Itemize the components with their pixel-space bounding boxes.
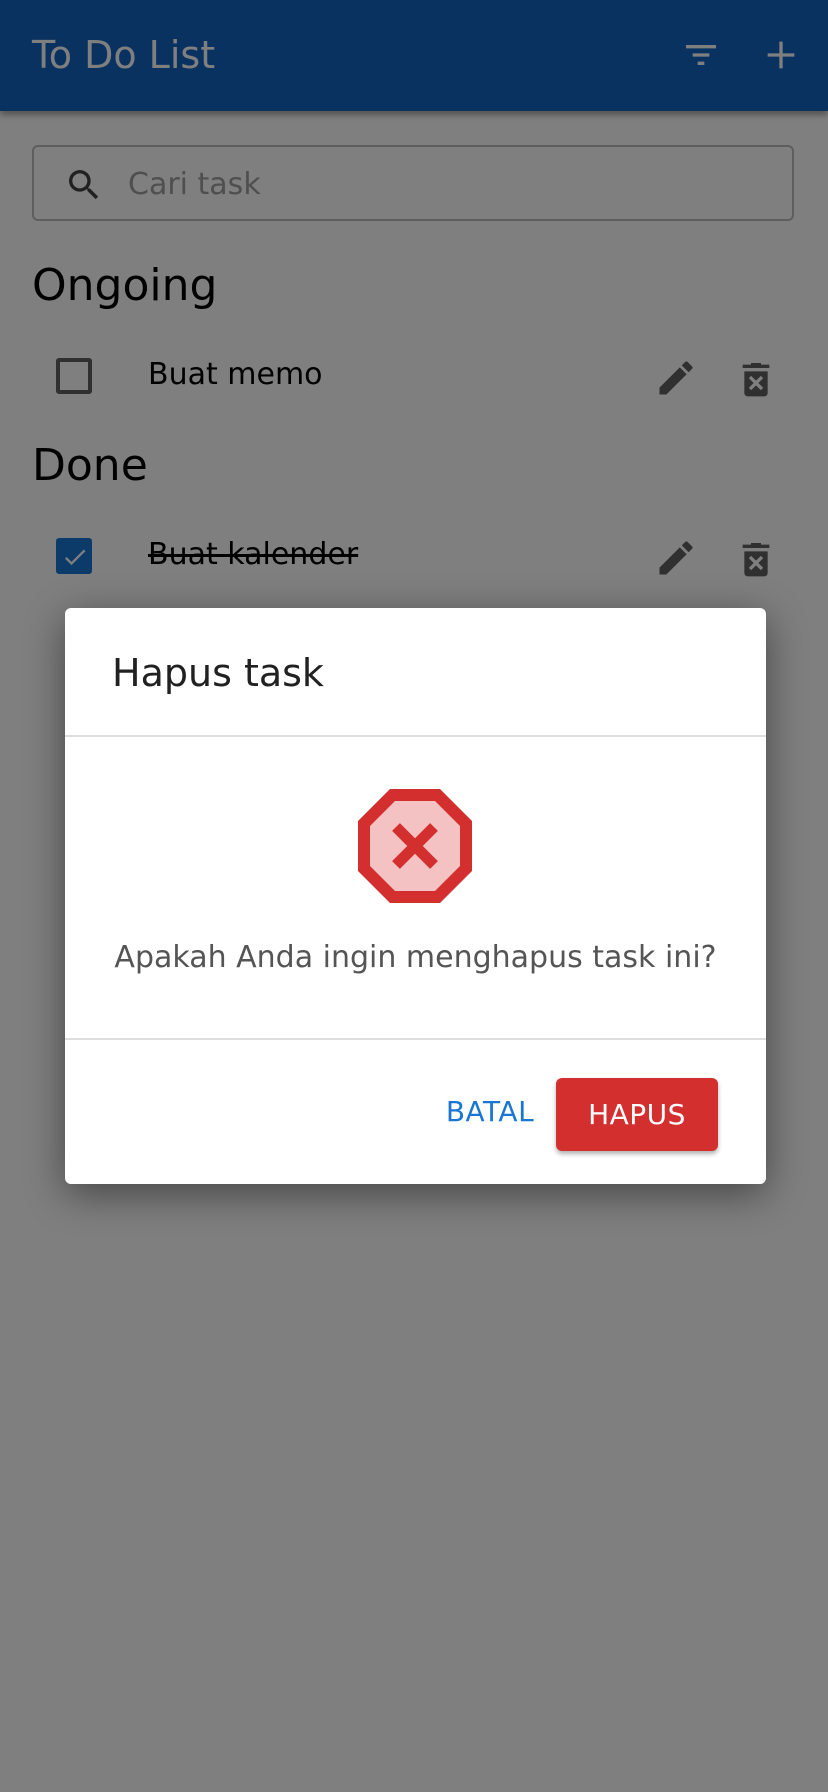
dialog-divider <box>65 735 766 737</box>
app-screen: To Do List Ongoing Buat memo <box>0 0 828 1792</box>
dialog-title: Hapus task <box>112 651 324 695</box>
delete-dialog: Hapus task Apakah Anda ingin menghapus t… <box>65 608 766 1184</box>
dialog-divider <box>65 1038 766 1040</box>
cancel-button[interactable]: BATAL <box>415 1078 565 1144</box>
confirm-delete-button[interactable]: HAPUS <box>556 1078 718 1151</box>
dialog-message: Apakah Anda ingin menghapus task ini? <box>114 940 717 975</box>
error-octagon-icon <box>358 789 472 903</box>
